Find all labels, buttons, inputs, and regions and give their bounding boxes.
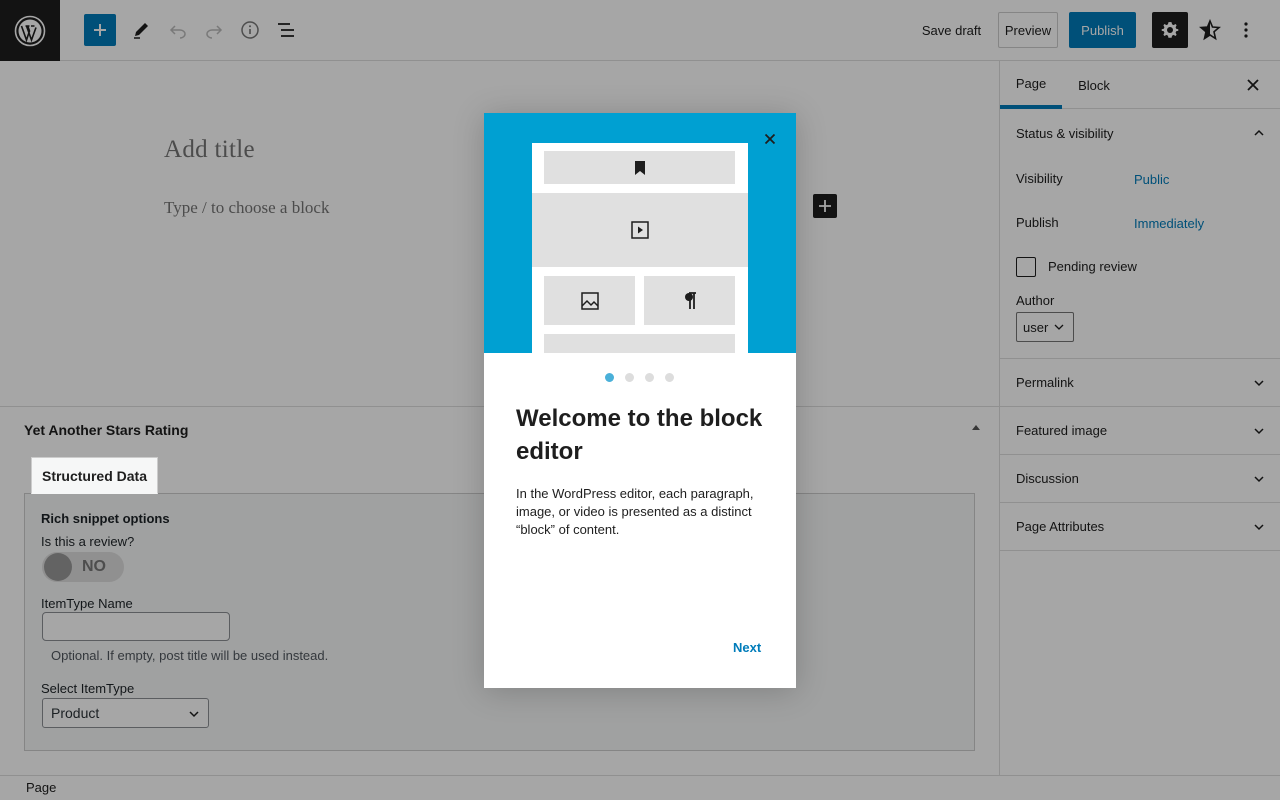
editor-illustration [532,143,748,353]
illustration-video-block [532,193,748,267]
illustration-image-block [544,276,635,325]
page-dot-2[interactable] [625,373,634,382]
guide-pagination [605,373,674,382]
tab-structured-data[interactable]: Structured Data [31,457,158,494]
next-button[interactable]: Next [733,640,761,655]
illustration-heading-block [544,151,735,184]
page-dot-3[interactable] [645,373,654,382]
close-icon [764,133,776,145]
illustration-text-block [544,334,735,353]
welcome-illustration [484,113,796,353]
page-dot-1[interactable] [605,373,614,382]
bookmark-icon [634,160,645,175]
close-guide-button[interactable] [761,130,779,148]
video-icon [631,221,649,239]
welcome-guide-modal: Welcome to the block editor In the WordP… [484,113,796,688]
page-dot-4[interactable] [665,373,674,382]
image-icon [580,291,599,310]
paragraph-icon [684,291,696,309]
guide-heading: Welcome to the block editor [516,405,763,465]
guide-body-text: In the WordPress editor, each paragraph,… [516,486,754,537]
illustration-paragraph-block [644,276,735,325]
